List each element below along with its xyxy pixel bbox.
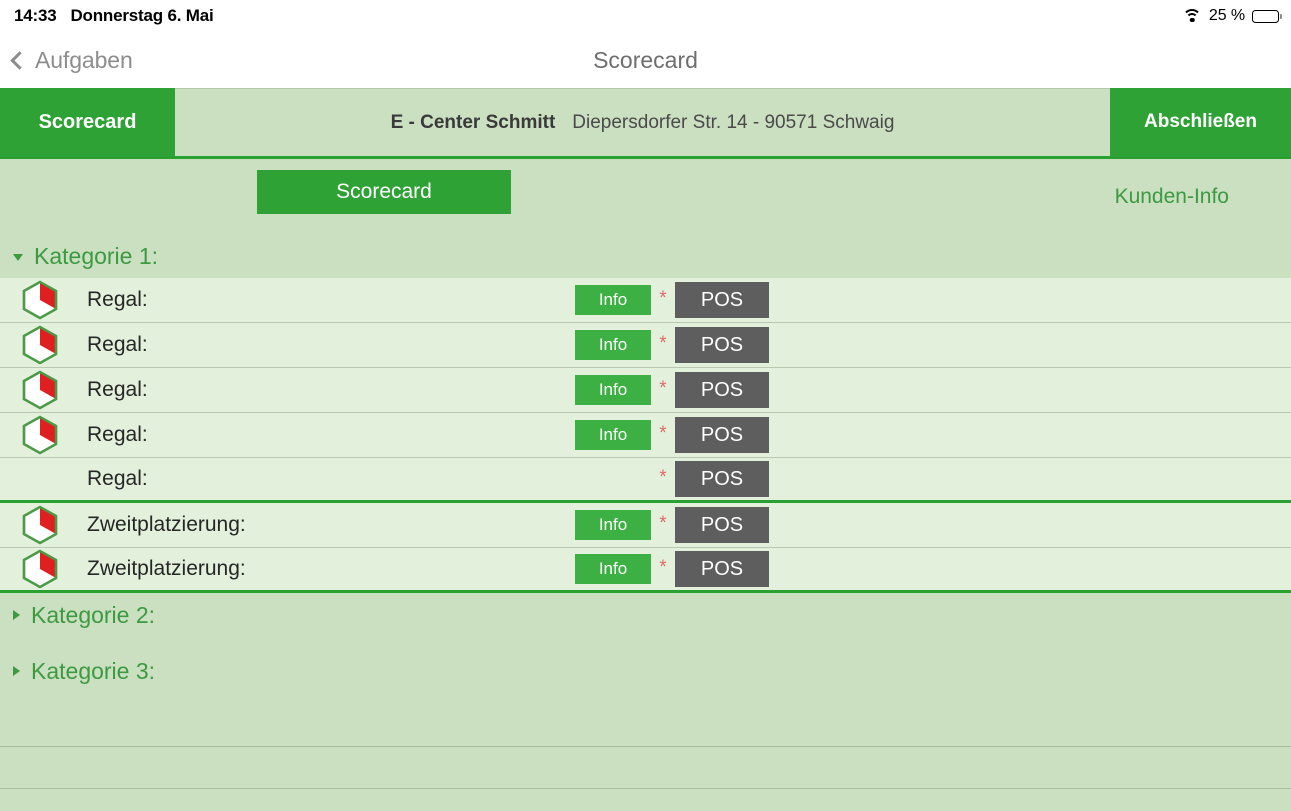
- status-bar-right: 25 %: [1182, 0, 1282, 32]
- table-row[interactable]: Regal: Info * POS: [0, 458, 1291, 503]
- hexagon-status-icon: [22, 505, 58, 545]
- store-info-panel: E - Center Schmitt Diepersdorfer Str. 14…: [175, 88, 1110, 156]
- row-status-icon-slot: [19, 370, 61, 410]
- row-label: Zweitplatzierung:: [87, 513, 246, 536]
- required-marker: *: [659, 557, 667, 578]
- row-label: Zweitplatzierung:: [87, 557, 246, 580]
- row-controls: Info * POS: [575, 372, 769, 408]
- row-label: Regal:: [87, 423, 148, 446]
- status-time: 14:33: [14, 6, 57, 25]
- triangle-down-icon: [13, 254, 23, 261]
- tab-kunden-info[interactable]: Kunden-Info: [1115, 159, 1229, 234]
- complete-button[interactable]: Abschließen: [1110, 88, 1291, 156]
- navigation-bar: Aufgaben Scorecard: [0, 32, 1291, 88]
- info-button[interactable]: Info: [575, 554, 651, 584]
- category-header-2[interactable]: Kategorie 2:: [0, 593, 1291, 637]
- bottom-divider-area: [0, 705, 1291, 789]
- hexagon-status-icon: [22, 370, 58, 410]
- category-label: Kategorie 1:: [34, 242, 159, 269]
- category-spacer: [0, 637, 1291, 649]
- category-spacer: [0, 693, 1291, 705]
- tab-scorecard[interactable]: Scorecard: [257, 170, 511, 214]
- category-rows-1: Regal: Info * POS Regal: Info * POS Rega…: [0, 278, 1291, 593]
- pos-button[interactable]: POS: [675, 282, 769, 318]
- info-button[interactable]: Info: [575, 375, 651, 405]
- battery-icon: [1252, 9, 1282, 23]
- required-marker: *: [659, 378, 667, 399]
- page-title: Scorecard: [593, 46, 698, 73]
- back-button[interactable]: Aufgaben: [0, 47, 133, 74]
- hexagon-status-icon: [22, 280, 58, 320]
- pos-button[interactable]: POS: [675, 461, 769, 497]
- pos-button[interactable]: POS: [675, 327, 769, 363]
- row-status-icon-slot: [19, 549, 61, 589]
- wifi-icon: [1182, 9, 1202, 23]
- table-row[interactable]: Regal: Info * POS: [0, 323, 1291, 368]
- info-button[interactable]: Info: [575, 285, 651, 315]
- pos-button[interactable]: POS: [675, 507, 769, 543]
- required-marker: *: [659, 467, 667, 488]
- category-header-1[interactable]: Kategorie 1:: [0, 234, 1291, 278]
- category-label: Kategorie 2:: [31, 601, 156, 628]
- hexagon-status-icon: [22, 325, 58, 365]
- info-button[interactable]: Info: [575, 330, 651, 360]
- row-status-icon-slot: [19, 280, 61, 320]
- status-bar: 14:33 Donnerstag 6. Mai 25 %: [0, 0, 1291, 32]
- category-header-3[interactable]: Kategorie 3:: [0, 649, 1291, 693]
- back-button-label: Aufgaben: [35, 46, 133, 73]
- required-marker: *: [659, 513, 667, 534]
- scorecard-header-bar: Scorecard E - Center Schmitt Diepersdorf…: [0, 88, 1291, 159]
- table-row[interactable]: Regal: Info * POS: [0, 413, 1291, 458]
- pos-button[interactable]: POS: [675, 417, 769, 453]
- required-marker: *: [659, 423, 667, 444]
- row-controls: Info * POS: [575, 417, 769, 453]
- row-label: Regal:: [87, 467, 148, 490]
- row-controls: Info * POS: [575, 551, 769, 587]
- hexagon-status-icon: [22, 415, 58, 455]
- battery-percent-label: 25 %: [1208, 7, 1245, 24]
- info-button[interactable]: Info: [575, 420, 651, 450]
- hexagon-status-icon: [22, 549, 58, 589]
- row-controls: Info * POS: [575, 461, 769, 497]
- row-label: Regal:: [87, 333, 148, 356]
- table-row[interactable]: Zweitplatzierung: Info * POS: [0, 503, 1291, 548]
- scorecard-content: Kategorie 1: Regal: Info * POS Regal: In…: [0, 234, 1291, 705]
- required-marker: *: [659, 333, 667, 354]
- row-controls: Info * POS: [575, 282, 769, 318]
- pos-button[interactable]: POS: [675, 372, 769, 408]
- row-status-icon-slot: [19, 325, 61, 365]
- chevron-left-icon: [10, 51, 29, 70]
- table-row[interactable]: Regal: Info * POS: [0, 278, 1291, 323]
- row-controls: Info * POS: [575, 327, 769, 363]
- row-status-icon-slot: [19, 505, 61, 545]
- row-status-icon-slot: [19, 415, 61, 455]
- row-label: Regal:: [87, 378, 148, 401]
- row-controls: Info * POS: [575, 507, 769, 543]
- status-date: Donnerstag 6. Mai: [70, 6, 214, 25]
- header-tab-scorecard[interactable]: Scorecard: [0, 88, 175, 156]
- store-address: Diepersdorfer Str. 14 - 90571 Schwaig: [572, 111, 895, 133]
- pos-button[interactable]: POS: [675, 551, 769, 587]
- sub-tab-bar: Scorecard Kunden-Info: [0, 159, 1291, 234]
- divider-line: [0, 788, 1291, 789]
- category-label: Kategorie 3:: [31, 657, 156, 684]
- table-row[interactable]: Regal: Info * POS: [0, 368, 1291, 413]
- status-bar-left: 14:33 Donnerstag 6. Mai: [14, 6, 214, 26]
- required-marker: *: [659, 288, 667, 309]
- store-name: E - Center Schmitt: [390, 111, 556, 133]
- triangle-right-icon: [13, 666, 20, 676]
- triangle-right-icon: [13, 610, 20, 620]
- row-label: Regal:: [87, 288, 148, 311]
- table-row[interactable]: Zweitplatzierung: Info * POS: [0, 548, 1291, 593]
- info-button[interactable]: Info: [575, 510, 651, 540]
